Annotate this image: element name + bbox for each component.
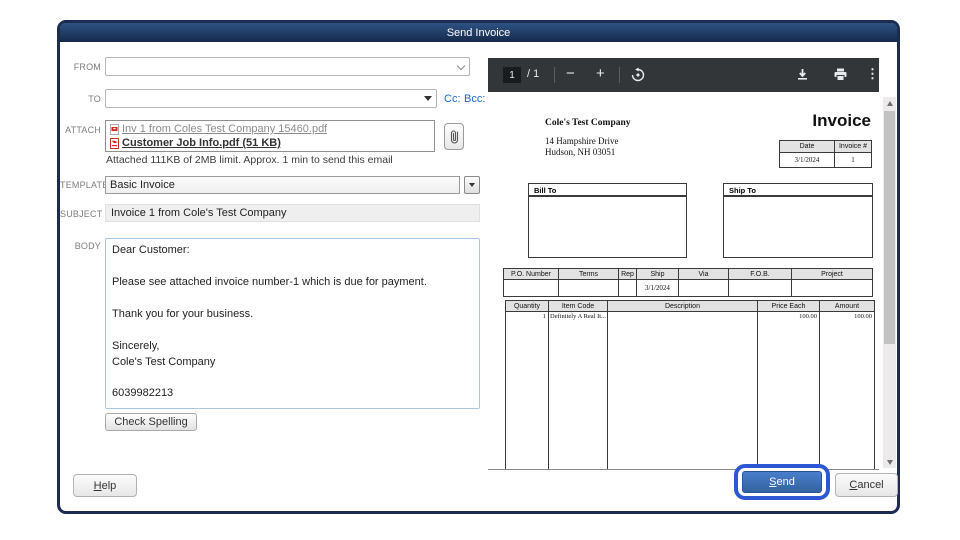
chevron-down-icon[interactable] — [458, 63, 465, 70]
cc-link[interactable]: Cc: — [444, 93, 461, 105]
item-description — [606, 311, 758, 469]
ship-to-box: Ship To — [723, 183, 873, 258]
invoice-address-line1: 14 Hampshire Drive — [545, 136, 619, 146]
check-spelling-button[interactable]: Check Spelling — [105, 413, 197, 431]
attachment-link[interactable]: Customer Job Info.pdf (51 KB) — [122, 137, 281, 149]
po-number-value — [503, 279, 559, 297]
template-label: TEMPLATE — [60, 180, 109, 190]
dialog-titlebar: Send Invoice — [60, 23, 897, 42]
template-select[interactable]: Basic Invoice — [105, 176, 460, 194]
attachment-item[interactable]: Inv 1 from Coles Test Company 15460.pdf — [110, 122, 430, 136]
dialog-title: Send Invoice — [446, 26, 511, 39]
template-dropdown-button[interactable] — [464, 176, 480, 194]
ship-date-value: 3/1/2024 — [636, 279, 679, 297]
item-code-header: Item Code — [548, 300, 608, 312]
toolbar-divider — [619, 67, 620, 83]
fob-value — [728, 279, 792, 297]
date-value: 3/1/2024 — [779, 152, 835, 168]
item-amount: 100.00 — [818, 311, 875, 469]
preview-scrollbar[interactable] — [883, 97, 896, 468]
attachment-item[interactable]: Customer Job Info.pdf (51 KB) — [110, 136, 430, 150]
scroll-down-arrow-icon[interactable] — [883, 456, 896, 468]
body-textarea[interactable]: Dear Customer: Please see attached invoi… — [105, 238, 480, 409]
invoice-company-name: Cole's Test Company — [545, 118, 631, 128]
via-value — [678, 279, 729, 297]
help-button[interactable]: Help — [73, 474, 137, 497]
attach-file-button[interactable] — [444, 123, 464, 150]
rep-value — [618, 279, 637, 297]
zoom-out-icon[interactable]: − — [566, 65, 575, 82]
rep-header: Rep — [618, 268, 637, 280]
to-input[interactable] — [105, 89, 437, 108]
via-header: Via — [678, 268, 729, 280]
scrollbar-thumb[interactable] — [884, 111, 895, 344]
print-icon[interactable] — [833, 67, 848, 82]
send-invoice-dialog: Send Invoice FROM TO Cc: Bcc: ATTACH Inv… — [57, 20, 900, 514]
attach-label: ATTACH — [65, 125, 101, 135]
invoice-address-line2: Hudson, NH 03051 — [545, 147, 616, 157]
terms-value — [558, 279, 619, 297]
project-header: Project — [791, 268, 873, 280]
invoice-date-table: Date Invoice # 3/1/2024 1 — [779, 140, 872, 168]
date-header: Date — [779, 140, 835, 153]
download-icon[interactable] — [795, 67, 810, 82]
from-input[interactable] — [105, 57, 470, 76]
dropdown-arrow-icon — [469, 183, 475, 187]
po-number-header: P.O. Number — [503, 268, 559, 280]
attachment-size-note: Attached 111KB of 2MB limit. Approx. 1 m… — [106, 154, 393, 166]
page-count-label: / 1 — [527, 68, 540, 80]
pdf-icon — [110, 137, 119, 149]
attachment-link[interactable]: Inv 1 from Coles Test Company 15460.pdf — [122, 123, 327, 135]
bill-to-box: Bill To — [528, 183, 687, 258]
to-label: TO — [88, 94, 101, 104]
attachments-box: Inv 1 from Coles Test Company 15460.pdf … — [105, 120, 435, 152]
rotate-icon[interactable] — [630, 67, 646, 83]
subject-input[interactable] — [105, 204, 480, 222]
cancel-button[interactable]: Cancel — [835, 473, 898, 497]
invoice-title: Invoice — [812, 111, 871, 130]
invoice-items-table: Quantity Item Code Description Price Eac… — [505, 300, 875, 469]
bcc-link[interactable]: Bcc: — [464, 93, 485, 105]
invoice-preview-page: Cole's Test Company 14 Hampshire Drive H… — [488, 92, 879, 470]
zoom-in-icon[interactable]: + — [596, 65, 605, 82]
from-label: FROM — [73, 62, 101, 72]
description-header: Description — [606, 300, 758, 312]
invoice-po-table: P.O. Number Terms Rep Ship Via F.O.B. Pr… — [503, 268, 873, 297]
toolbar-divider — [554, 67, 555, 83]
terms-header: Terms — [558, 268, 619, 280]
invoice-number-header: Invoice # — [834, 140, 872, 153]
to-dropdown-arrow-icon[interactable] — [424, 96, 432, 101]
paperclip-icon — [450, 130, 458, 144]
body-label: BODY — [74, 241, 101, 251]
fob-header: F.O.B. — [728, 268, 792, 280]
scroll-up-arrow-icon[interactable] — [883, 97, 896, 109]
ship-to-label: Ship To — [724, 184, 872, 197]
send-button-highlight-ring: Send — [734, 464, 830, 500]
item-quantity: 1 — [505, 311, 549, 469]
send-button[interactable]: Send — [742, 471, 822, 493]
subject-label: SUBJECT — [60, 209, 103, 219]
item-price-each: 100.00 — [756, 311, 820, 469]
ship-header: Ship — [636, 268, 679, 280]
project-value — [791, 279, 873, 297]
screen: Send Invoice FROM TO Cc: Bcc: ATTACH Inv… — [0, 0, 960, 540]
more-options-icon[interactable]: ⋮ — [866, 66, 879, 82]
quantity-header: Quantity — [505, 300, 549, 312]
amount-header: Amount — [818, 300, 875, 312]
page-number-input[interactable]: 1 — [503, 67, 521, 83]
pdf-icon — [110, 123, 119, 135]
bill-to-label: Bill To — [529, 184, 686, 197]
item-code: Definitely A Real It... — [548, 311, 608, 469]
pdf-viewer-toolbar: 1 / 1 − + ⋮ — [488, 58, 879, 92]
price-each-header: Price Each — [756, 300, 820, 312]
invoice-number-value: 1 — [834, 152, 872, 168]
